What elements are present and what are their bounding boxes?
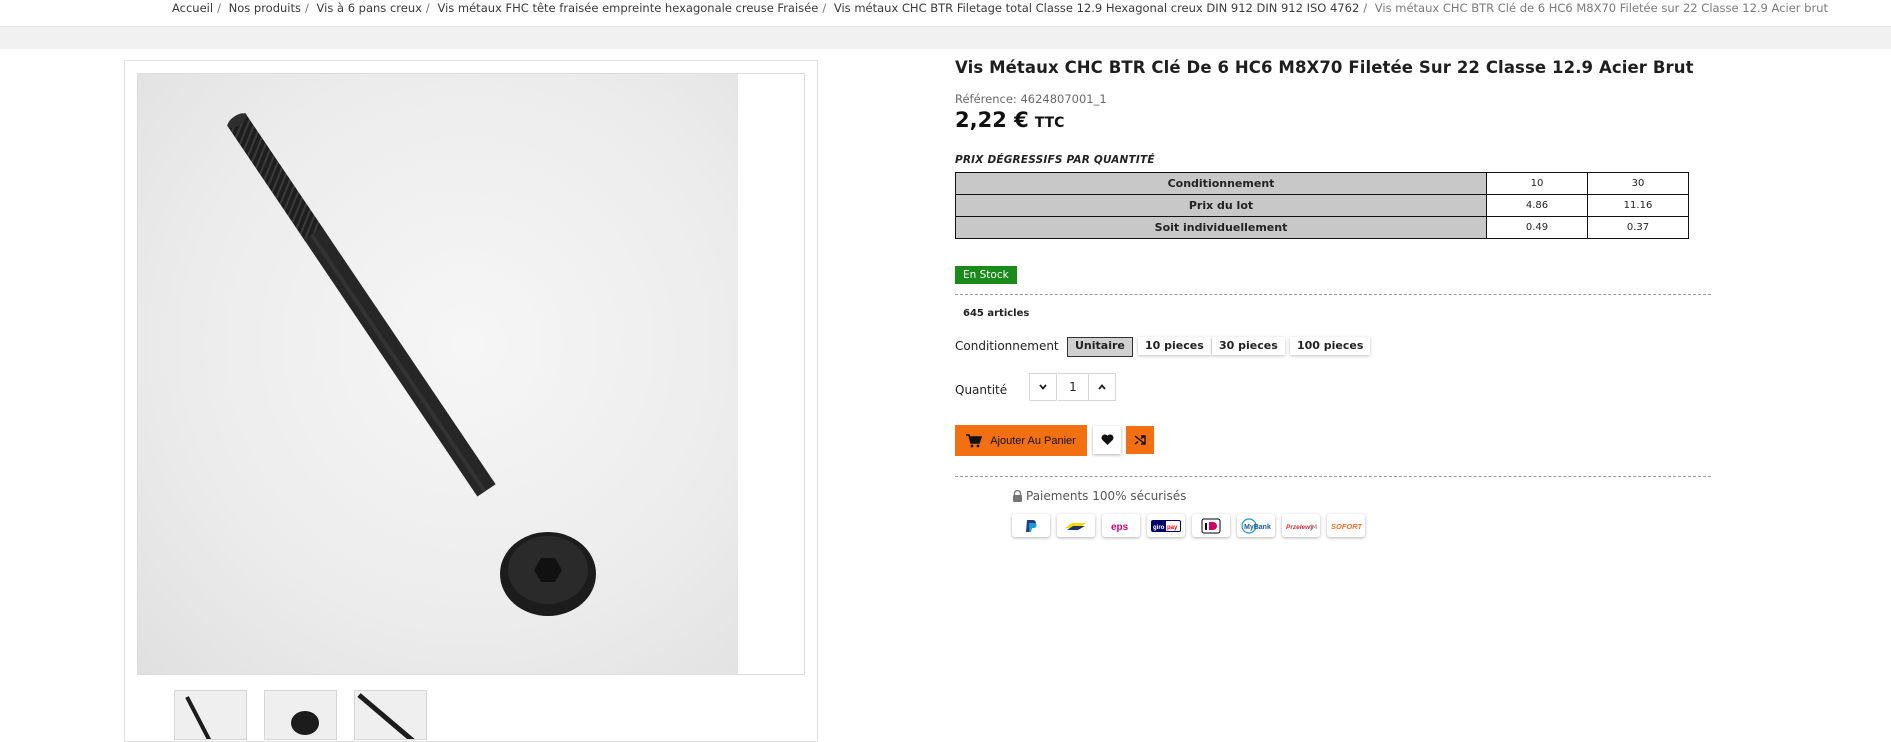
- divider: [955, 294, 1711, 295]
- volume-pricing-title: PRIX DÉGRESSIFS PAR QUANTITÉ: [955, 154, 1155, 166]
- svg-text:eps: eps: [1111, 522, 1129, 533]
- secure-payment-text: Paiements 100% sécurisés: [1026, 489, 1187, 503]
- compare-button[interactable]: [1126, 426, 1154, 454]
- lock-icon: [1013, 490, 1022, 502]
- svg-text:MyBank: MyBank: [1244, 524, 1271, 531]
- breadcrumb-separator: /: [305, 1, 309, 15]
- thumbnail-3[interactable]: [354, 690, 427, 740]
- heart-icon: [1101, 434, 1113, 445]
- breadcrumb-link-home[interactable]: Accueil: [172, 1, 213, 15]
- table-cell: 10: [1486, 172, 1588, 195]
- giropay-icon: giro pay: [1147, 514, 1185, 537]
- table-row: Prix du lot 4.86 11.16: [955, 194, 1689, 217]
- svg-text:pay: pay: [1167, 525, 1178, 531]
- decrease-quantity-button[interactable]: [1029, 373, 1057, 401]
- shopping-cart-icon: [966, 433, 983, 447]
- thumbnail-1[interactable]: [174, 690, 247, 740]
- quantity-label: Quantité: [955, 383, 1008, 397]
- packaging-option-unitaire[interactable]: Unitaire: [1067, 337, 1133, 357]
- packaging-option-30[interactable]: 30 pieces: [1212, 337, 1285, 355]
- packaging-option-100[interactable]: 100 pieces: [1290, 337, 1371, 355]
- thumbnail-screw-image: [185, 696, 212, 739]
- breadcrumb-link-chc-btr-screws[interactable]: Vis métaux CHC BTR Filetage total Classe…: [834, 1, 1359, 15]
- increase-quantity-button[interactable]: [1088, 373, 1116, 401]
- product-main-image[interactable]: [137, 73, 805, 675]
- table-row: Soit individuellement 0.49 0.37: [955, 216, 1689, 239]
- tax-label: TTC: [1034, 115, 1065, 131]
- table-cell: 0.49: [1486, 216, 1588, 239]
- breadcrumb-current: Vis métaux CHC BTR Clé de 6 HC6 M8X70 Fi…: [1374, 1, 1828, 15]
- breadcrumb-separator: /: [1363, 1, 1368, 15]
- volume-pricing-table: Conditionnement 10 30 Prix du lot 4.86 1…: [955, 172, 1689, 239]
- bancontact-icon: [1057, 514, 1095, 537]
- row-header: Soit individuellement: [955, 216, 1487, 239]
- row-header: Prix du lot: [955, 194, 1487, 217]
- divider: [955, 476, 1711, 477]
- paypal-icon: [1012, 514, 1050, 537]
- breadcrumb-separator: /: [425, 1, 430, 15]
- thumbnail-screw-head-image: [291, 711, 319, 735]
- ideal-icon: [1192, 514, 1230, 537]
- thumbnail-2[interactable]: [264, 690, 337, 740]
- secure-payment-notice: Paiements 100% sécurisés: [1012, 489, 1186, 503]
- breadcrumb-separator: /: [822, 1, 827, 15]
- chevron-up-icon: [1098, 384, 1106, 390]
- stock-badge: En Stock: [955, 266, 1017, 284]
- screw-image: [226, 112, 596, 616]
- eps-icon: eps: [1102, 514, 1140, 537]
- packaging-option-10[interactable]: 10 pieces: [1138, 337, 1211, 355]
- shuffle-icon: [1134, 435, 1146, 445]
- sofort-icon: SOFORT: [1327, 514, 1365, 537]
- product-title: Vis Métaux CHC BTR Clé De 6 HC6 M8X70 Fi…: [955, 58, 1694, 77]
- add-to-cart-label: Ajouter Au Panier: [990, 434, 1076, 447]
- thumbnail-screw-image: [357, 693, 415, 739]
- breadcrumb-link-products[interactable]: Nos produits: [229, 1, 301, 15]
- quantity-input[interactable]: [1058, 373, 1088, 401]
- breadcrumb-link-countersunk-screws[interactable]: Vis métaux FHC tête fraisée empreinte he…: [437, 1, 818, 15]
- price-value: 2,22 €: [955, 108, 1029, 132]
- table-cell: 11.16: [1587, 194, 1689, 217]
- wishlist-button[interactable]: [1093, 426, 1121, 454]
- table-row: Conditionnement 10 30: [955, 172, 1689, 195]
- breadcrumb: Accueil / Nos produits / Vis à 6 pans creu…: [0, 0, 1891, 27]
- stock-count: 645 articles: [963, 308, 1030, 319]
- table-cell: 0.37: [1587, 216, 1689, 239]
- svg-text:giro: giro: [1153, 525, 1165, 531]
- row-header: Conditionnement: [955, 172, 1487, 195]
- mybank-icon: MyBank: [1237, 514, 1275, 537]
- chevron-down-icon: [1039, 384, 1047, 390]
- svg-text:SOFORT: SOFORT: [1331, 522, 1362, 531]
- product-price: 2,22 € TTC: [955, 108, 1064, 132]
- svg-text:24: 24: [1310, 524, 1317, 531]
- packaging-label: Conditionnement: [955, 339, 1059, 353]
- product-reference: Référence: 4624807001_1: [955, 92, 1107, 106]
- table-cell: 4.86: [1486, 194, 1588, 217]
- add-to-cart-button[interactable]: Ajouter Au Panier: [955, 425, 1087, 456]
- header-divider-strip: [0, 27, 1891, 49]
- breadcrumb-separator: /: [217, 1, 221, 15]
- table-cell: 30: [1587, 172, 1689, 195]
- breadcrumb-link-hex-socket-screws[interactable]: Vis à 6 pans creux: [317, 1, 422, 15]
- przelewy24-icon: Przelewy 24: [1282, 514, 1320, 537]
